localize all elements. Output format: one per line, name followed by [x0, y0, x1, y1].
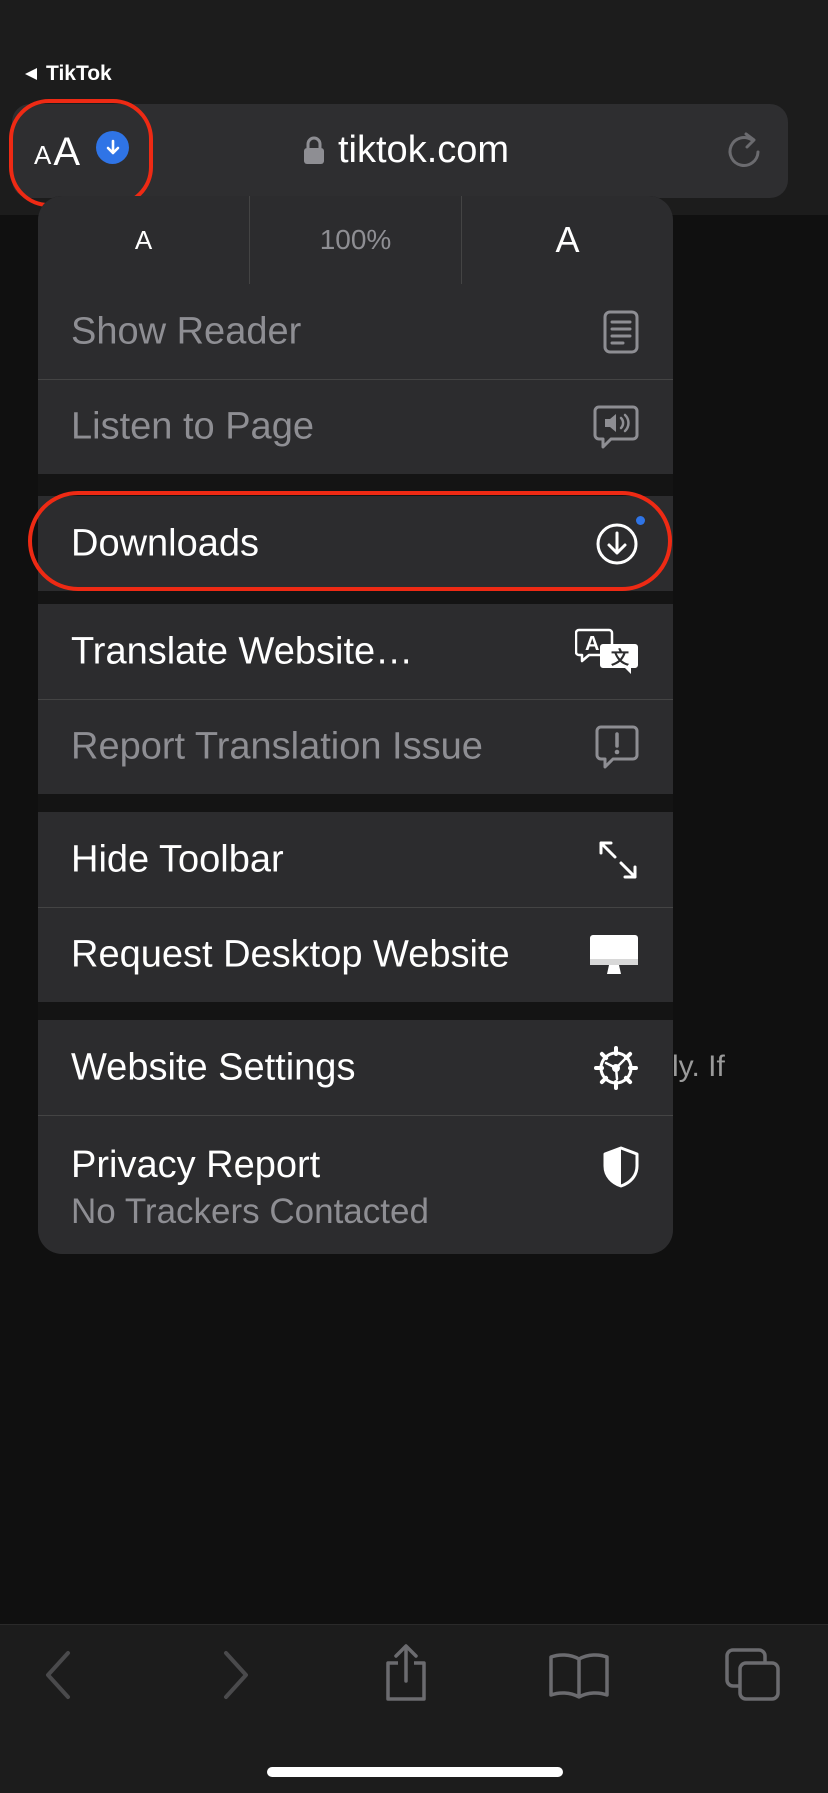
translate-icon: A 文	[575, 628, 639, 676]
menu-item-translate-website[interactable]: Translate Website… A 文	[38, 604, 673, 699]
tabs-icon[interactable]	[724, 1647, 782, 1703]
new-download-dot	[636, 515, 645, 525]
exclamation-bubble-icon	[595, 725, 639, 769]
menu-group-translate: Translate Website… A 文 Report Translatio…	[38, 604, 673, 794]
background-page-text: ly. If	[672, 1050, 725, 1083]
download-badge-icon	[96, 131, 130, 164]
menu-group-settings: Website Settings Privacy Report No Track…	[38, 1020, 673, 1254]
desktop-icon	[589, 934, 639, 976]
decrease-text-size-button[interactable]: A	[38, 196, 249, 284]
menu-item-label: Privacy Report	[71, 1144, 321, 1186]
reader-icon	[603, 310, 639, 354]
expand-arrows-icon	[597, 839, 639, 881]
domain-text: tiktok.com	[338, 128, 510, 171]
page-settings-button[interactable]: A A	[34, 126, 130, 176]
page-settings-menu: A 100% A Show Reader Listen to Page Down…	[38, 196, 673, 1254]
url-display[interactable]: tiktok.com	[302, 124, 509, 176]
gear-icon	[593, 1045, 639, 1091]
text-size-big-glyph: A	[53, 130, 81, 174]
menu-group-reader: Show Reader Listen to Page	[38, 284, 673, 474]
menu-item-privacy-report[interactable]: Privacy Report No Trackers Contacted	[38, 1115, 673, 1254]
lock-icon	[304, 136, 324, 164]
forward-chevron-icon[interactable]	[218, 1649, 254, 1701]
menu-item-listen-to-page[interactable]: Listen to Page	[38, 379, 673, 474]
svg-text:文: 文	[611, 647, 630, 669]
menu-item-label: Listen to Page	[71, 405, 314, 448]
download-circle-icon	[595, 515, 645, 566]
privacy-report-sublabel: No Trackers Contacted	[71, 1192, 429, 1231]
menu-item-label: Website Settings	[71, 1046, 356, 1088]
menu-group-view: Hide Toolbar Request Desktop Website	[38, 812, 673, 1002]
menu-item-downloads[interactable]: Downloads	[38, 496, 673, 591]
menu-item-label: Downloads	[71, 522, 259, 564]
menu-item-request-desktop-website[interactable]: Request Desktop Website	[38, 907, 673, 1002]
back-to-app-button[interactable]: TikTok	[24, 62, 112, 86]
menu-item-website-settings[interactable]: Website Settings	[38, 1020, 673, 1115]
menu-group-downloads: Downloads	[38, 496, 673, 591]
text-size-small-glyph: A	[34, 140, 52, 170]
svg-text:A: A	[585, 633, 599, 655]
menu-item-show-reader[interactable]: Show Reader	[38, 284, 673, 379]
menu-item-hide-toolbar[interactable]: Hide Toolbar	[38, 812, 673, 907]
zoom-level[interactable]: 100%	[249, 196, 461, 284]
menu-item-label: Request Desktop Website	[71, 933, 510, 976]
menu-item-label: Report Translation Issue	[71, 725, 483, 768]
back-app-label: TikTok	[46, 62, 112, 85]
back-chevron-icon[interactable]	[40, 1649, 76, 1701]
zoom-controls: A 100% A	[38, 196, 673, 284]
home-indicator[interactable]	[267, 1767, 563, 1777]
menu-item-label: Translate Website…	[71, 630, 414, 672]
menu-item-label: Show Reader	[71, 310, 302, 352]
speaker-bubble-icon	[593, 405, 639, 449]
menu-item-report-translation-issue[interactable]: Report Translation Issue	[38, 699, 673, 794]
menu-item-label: Hide Toolbar	[71, 838, 284, 880]
share-icon[interactable]	[382, 1643, 430, 1703]
increase-text-size-button[interactable]: A	[461, 196, 673, 284]
shield-icon	[603, 1146, 639, 1188]
back-triangle-icon	[25, 68, 37, 80]
reload-icon[interactable]	[724, 128, 766, 172]
address-bar[interactable]: A A tiktok.com	[12, 104, 788, 198]
bookmarks-icon[interactable]	[548, 1651, 610, 1699]
